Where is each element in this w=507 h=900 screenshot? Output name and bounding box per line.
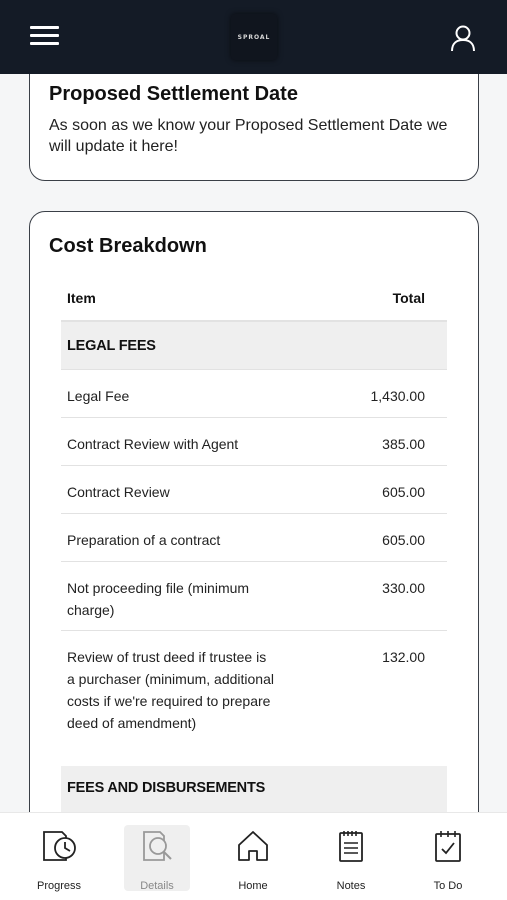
nav-label: Progress: [36, 880, 82, 892]
user-profile-icon[interactable]: [450, 24, 476, 52]
table-row: Not proceeding file (minimum charge) 330…: [61, 562, 447, 631]
nav-details[interactable]: Details: [124, 825, 190, 892]
row-total: 605.00: [382, 532, 425, 548]
logo-text: SPROAL: [237, 33, 271, 41]
bottom-navigation: Progress Details Home Notes To Do: [0, 812, 507, 900]
row-item: Contract Review with Agent: [67, 436, 239, 452]
row-total: 605.00: [382, 484, 425, 500]
settlement-date-card: Proposed Settlement Date As soon as we k…: [29, 74, 479, 181]
logo[interactable]: SPROAL: [231, 14, 277, 60]
main-scroll-area[interactable]: Proposed Settlement Date As soon as we k…: [0, 74, 507, 812]
nav-todo[interactable]: To Do: [415, 825, 481, 892]
nav-progress[interactable]: Progress: [26, 825, 92, 892]
section-header-legal-fees: LEGAL FEES: [61, 322, 447, 370]
table-row: Contract Review 605.00: [61, 466, 447, 514]
row-total: 330.00: [382, 580, 425, 596]
todo-icon: [435, 831, 461, 862]
row-item: Review of trust deed if trustee is a pur…: [67, 649, 274, 731]
home-icon: [238, 831, 268, 861]
row-item: Preparation of a contract: [67, 532, 221, 548]
nav-home[interactable]: Home: [220, 825, 286, 892]
row-total: 132.00: [382, 649, 425, 665]
row-item: Legal Fee: [67, 388, 130, 404]
cost-breakdown-card: Cost Breakdown Item Total LEGAL FEES Leg…: [29, 211, 479, 812]
menu-icon[interactable]: [30, 26, 59, 46]
table-header: Item Total: [61, 274, 447, 322]
nav-label: Home: [238, 880, 268, 892]
nav-label: Notes: [336, 880, 366, 892]
section-label: FEES AND DISBURSEMENTS: [67, 780, 266, 796]
table-row: Preparation of a contract 605.00: [61, 514, 447, 562]
column-header-total: Total: [392, 290, 425, 306]
row-item: Not proceeding file (minimum charge): [67, 580, 250, 618]
row-total: 385.00: [382, 436, 425, 452]
table-row: Review of trust deed if trustee is a pur…: [61, 631, 447, 766]
row-item: Contract Review: [67, 484, 170, 500]
settlement-message: As soon as we know your Proposed Settlem…: [49, 117, 448, 155]
table-row: Legal Fee 1,430.00: [61, 370, 447, 418]
progress-icon: [43, 831, 76, 861]
section-header-fees-disbursements: FEES AND DISBURSEMENTS: [61, 766, 447, 812]
details-icon: [143, 831, 172, 861]
row-total: 1,430.00: [370, 388, 426, 404]
nav-label: To Do: [433, 880, 463, 892]
table-row: Contract Review with Agent 385.00: [61, 418, 447, 466]
top-app-bar: SPROAL: [0, 0, 507, 74]
column-header-item: Item: [67, 290, 96, 306]
settlement-title: Proposed Settlement Date: [49, 83, 298, 105]
nav-notes[interactable]: Notes: [318, 825, 384, 892]
notes-icon: [339, 831, 363, 862]
cost-breakdown-title: Cost Breakdown: [49, 235, 207, 257]
nav-label: Details: [140, 880, 174, 892]
section-label: LEGAL FEES: [67, 338, 156, 354]
cost-table: Item Total LEGAL FEES Legal Fee 1,430.00…: [61, 274, 447, 812]
